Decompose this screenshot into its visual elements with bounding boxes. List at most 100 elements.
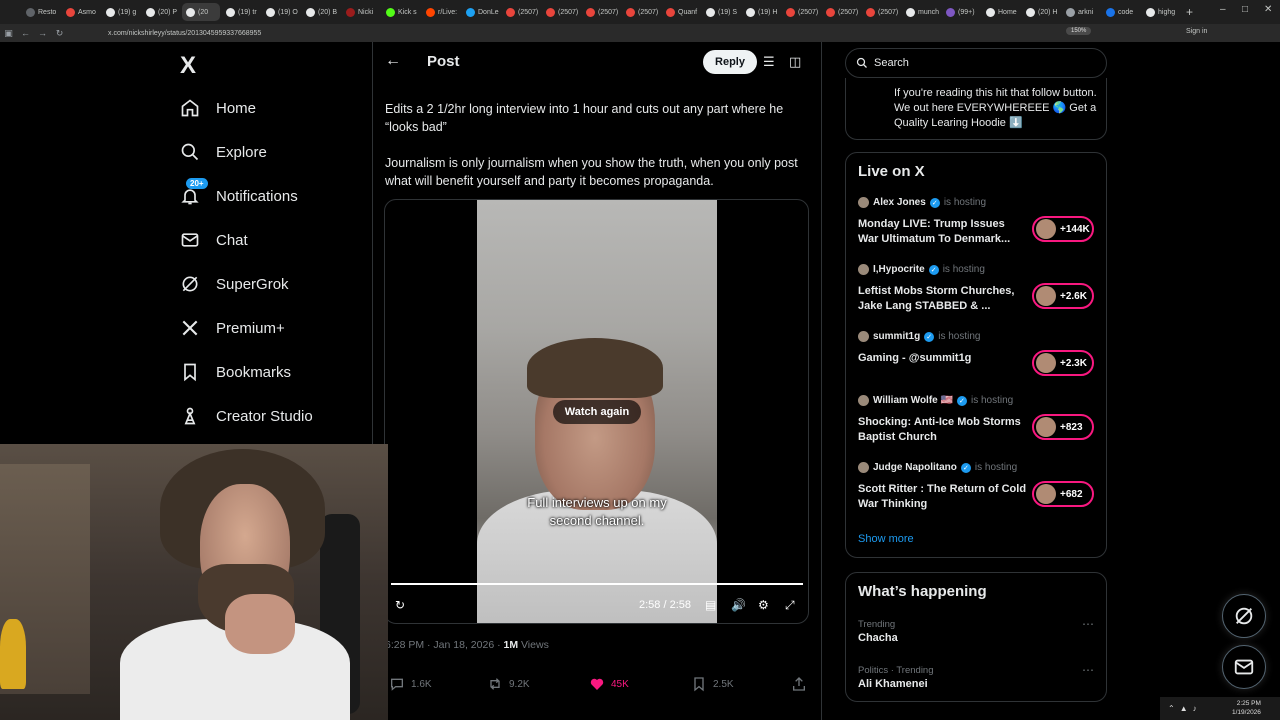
trend-2-more-icon[interactable]: ⋯ bbox=[1082, 663, 1094, 677]
video-player[interactable]: Watch again Full interviews up on my sec… bbox=[384, 199, 809, 624]
browser-tab[interactable]: (19) S bbox=[702, 3, 740, 21]
system-clock[interactable]: 2:25 PM 1/19/2026 bbox=[1232, 699, 1261, 717]
sidebar-toggle-icon[interactable]: ▣ bbox=[0, 28, 17, 39]
sign-in-button[interactable]: Sign in bbox=[1186, 28, 1207, 35]
search-icon bbox=[856, 57, 867, 68]
browser-tab[interactable]: munch bbox=[902, 3, 940, 21]
network-icon[interactable]: ▲ bbox=[1180, 704, 1188, 713]
browser-tab[interactable]: code bbox=[1102, 3, 1140, 21]
live-host-row[interactable]: William Wolfe 🇺🇸 ✓ is hosting bbox=[858, 395, 1013, 406]
nav-notifications[interactable]: 20+ Notifications bbox=[180, 178, 298, 206]
browser-tab[interactable]: (2507) bbox=[782, 3, 820, 21]
show-more-link[interactable]: Show more bbox=[858, 533, 914, 545]
browser-tab[interactable]: (2507) bbox=[542, 3, 580, 21]
reload-icon[interactable]: ↻ bbox=[51, 28, 68, 39]
live-host-row[interactable]: I,Hypocrite ✓ is hosting bbox=[858, 264, 985, 275]
browser-tab[interactable]: (19) tr bbox=[222, 3, 260, 21]
browser-tab[interactable]: Home bbox=[982, 3, 1020, 21]
fullscreen-icon[interactable]: ⤢ bbox=[785, 598, 795, 613]
live-listener-pill[interactable]: +2.6K bbox=[1032, 283, 1094, 309]
browser-tab[interactable]: (20) H bbox=[1022, 3, 1060, 21]
browser-tab[interactable]: (19) O bbox=[262, 3, 300, 21]
trend-1-more-icon[interactable]: ⋯ bbox=[1082, 617, 1094, 631]
live-host-row[interactable]: Judge Napolitano ✓ is hosting bbox=[858, 462, 1017, 473]
url-field[interactable]: x.com/nickshirleyy/status/20130459593376… bbox=[108, 30, 261, 37]
browser-tab[interactable]: Nicki bbox=[342, 3, 380, 21]
new-tab-icon[interactable]: + bbox=[1186, 5, 1193, 19]
browser-tab[interactable]: r/Live: bbox=[422, 3, 460, 21]
browser-tab[interactable]: arkni bbox=[1062, 3, 1100, 21]
live-listener-pill[interactable]: +144K bbox=[1032, 216, 1094, 242]
live-host-row[interactable]: Alex Jones ✓ is hosting bbox=[858, 197, 986, 208]
browser-tab[interactable]: Resto bbox=[22, 3, 60, 21]
nav-premium[interactable]: Premium+ bbox=[180, 318, 285, 338]
captions-icon[interactable]: ▤ bbox=[705, 598, 716, 612]
browser-tab[interactable]: highg bbox=[1142, 3, 1180, 21]
browser-tab[interactable]: Asmo bbox=[62, 3, 100, 21]
replay-icon[interactable]: ↻ bbox=[395, 598, 405, 612]
browser-tab[interactable]: (2507) bbox=[622, 3, 660, 21]
browser-tab[interactable]: Kick s bbox=[382, 3, 420, 21]
volume-tray-icon[interactable]: ♪ bbox=[1193, 704, 1197, 713]
browser-tab[interactable]: (19) H bbox=[742, 3, 780, 21]
browser-tab[interactable]: (20) P bbox=[142, 3, 180, 21]
browser-tab[interactable]: (20 bbox=[182, 3, 220, 21]
nav-creator-studio[interactable]: Creator Studio bbox=[180, 406, 313, 426]
live-listener-pill[interactable]: +682 bbox=[1032, 481, 1094, 507]
browser-tab[interactable]: (2507) bbox=[582, 3, 620, 21]
browser-tab[interactable]: (2507) bbox=[502, 3, 540, 21]
x-logo-icon[interactable]: X bbox=[180, 52, 196, 80]
video-progress-bar[interactable] bbox=[391, 583, 803, 585]
nav-explore[interactable]: Explore bbox=[180, 142, 267, 162]
settings-gear-icon[interactable]: ⚙ bbox=[758, 598, 769, 612]
live-title[interactable]: Gaming - @summit1g bbox=[858, 351, 1028, 366]
live-host-row[interactable]: summit1g ✓ is hosting bbox=[858, 331, 980, 342]
search-input[interactable]: Search bbox=[845, 48, 1107, 78]
browser-tab[interactable]: (2507) bbox=[822, 3, 860, 21]
browser-tab[interactable]: (2507) bbox=[862, 3, 900, 21]
live-title[interactable]: Shocking: Anti-Ice Mob Storms Baptist Ch… bbox=[858, 415, 1028, 445]
browser-tab[interactable]: (19) g bbox=[102, 3, 140, 21]
live-title[interactable]: Leftist Mobs Storm Churches, Jake Lang S… bbox=[858, 284, 1028, 314]
browser-tab[interactable]: DonLe bbox=[462, 3, 500, 21]
live-listener-pill[interactable]: +823 bbox=[1032, 414, 1094, 440]
nav-bookmarks[interactable]: Bookmarks bbox=[180, 362, 291, 382]
reply-action[interactable]: 1.6K bbox=[389, 676, 432, 692]
maximize-icon[interactable]: □ bbox=[1242, 4, 1248, 15]
browser-tab[interactable]: (20) B bbox=[302, 3, 340, 21]
forward-icon[interactable]: → bbox=[34, 28, 51, 38]
nav-chat[interactable]: Chat bbox=[180, 230, 248, 250]
messages-fab-button[interactable] bbox=[1222, 645, 1266, 689]
promo-text: If you're reading this hit that follow b… bbox=[894, 87, 1097, 129]
like-action[interactable]: 45K bbox=[589, 676, 629, 692]
browser-tab[interactable]: Quanf bbox=[662, 3, 700, 21]
sliders-icon[interactable]: ☰ bbox=[763, 54, 775, 70]
live-title[interactable]: Scott Ritter : The Return of Cold War Th… bbox=[858, 482, 1028, 512]
back-icon[interactable]: ← bbox=[17, 28, 34, 38]
trend-1-name[interactable]: Chacha bbox=[858, 632, 898, 644]
watch-again-button[interactable]: Watch again bbox=[553, 400, 641, 424]
reply-button[interactable]: Reply bbox=[703, 50, 757, 74]
browser-tab[interactable]: (99+) bbox=[942, 3, 980, 21]
grok-icon bbox=[182, 276, 198, 292]
tray-chevron-icon[interactable]: ⌃ bbox=[1168, 704, 1175, 713]
zoom-indicator[interactable]: 150% bbox=[1066, 27, 1092, 35]
live-avatar bbox=[1036, 286, 1056, 306]
share-action[interactable] bbox=[791, 676, 807, 692]
trend-2-name[interactable]: Ali Khamenei bbox=[858, 678, 928, 690]
bookmark-action[interactable]: 2.5K bbox=[691, 676, 734, 692]
nav-home[interactable]: Home bbox=[180, 98, 256, 118]
repost-action[interactable]: 9.2K bbox=[487, 676, 530, 692]
close-window-icon[interactable]: ✕ bbox=[1264, 4, 1272, 15]
grok-fab-button[interactable] bbox=[1222, 594, 1266, 638]
tab-label: Quanf bbox=[678, 8, 698, 16]
back-arrow-icon[interactable]: ← bbox=[385, 52, 401, 70]
volume-icon[interactable]: 🔊 bbox=[731, 598, 746, 612]
minimize-icon[interactable]: – bbox=[1220, 4, 1226, 15]
nav-supergrok[interactable]: SuperGrok bbox=[180, 274, 289, 294]
host-avatar bbox=[858, 462, 869, 473]
live-listener-pill[interactable]: +2.3K bbox=[1032, 350, 1094, 376]
reader-view-icon[interactable]: ◫ bbox=[789, 54, 801, 70]
live-title[interactable]: Monday LIVE: Trump Issues War Ultimatum … bbox=[858, 217, 1028, 247]
post-timestamp[interactable]: 6:28 PM · Jan 18, 2026 · bbox=[385, 639, 503, 651]
